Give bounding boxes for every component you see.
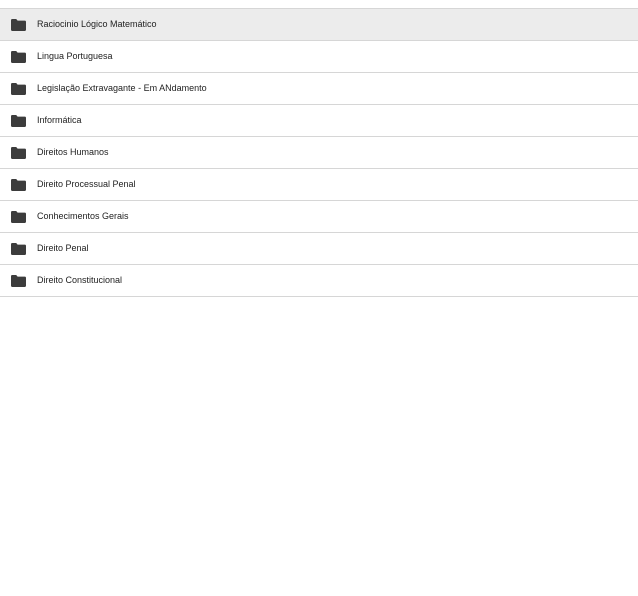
- folder-item-legislacao-extravagante[interactable]: Legislação Extravagante - Em ANdamento: [0, 73, 638, 105]
- folder-label: Direitos Humanos: [37, 147, 109, 157]
- folder-icon: [11, 211, 26, 223]
- folder-icon: [11, 147, 26, 159]
- folder-item-direito-processual-penal[interactable]: Direito Processual Penal: [0, 169, 638, 201]
- folder-item-direitos-humanos[interactable]: Direitos Humanos: [0, 137, 638, 169]
- folder-item-raciocinio-logico-matematico[interactable]: Raciocinio Lógico Matemático: [0, 9, 638, 41]
- folder-label: Direito Constitucional: [37, 275, 123, 285]
- folder-item-conhecimentos-gerais[interactable]: Conhecimentos Gerais: [0, 201, 638, 233]
- folder-item-informatica[interactable]: Informática: [0, 105, 638, 137]
- folder-icon: [11, 243, 26, 255]
- folder-label: Lingua Portuguesa: [37, 51, 113, 61]
- folder-icon: [11, 19, 26, 31]
- folder-item-direito-constitucional[interactable]: Direito Constitucional: [0, 265, 638, 297]
- folder-icon: [11, 275, 26, 287]
- folder-icon: [11, 179, 26, 191]
- folder-item-lingua-portuguesa[interactable]: Lingua Portuguesa: [0, 41, 638, 73]
- folder-icon: [11, 115, 26, 127]
- folder-icon: [11, 51, 26, 63]
- folder-label: Direito Processual Penal: [37, 179, 136, 189]
- folder-label: Conhecimentos Gerais: [37, 211, 129, 221]
- folder-list: Raciocinio Lógico Matemático Lingua Port…: [0, 8, 638, 297]
- folder-label: Legislação Extravagante - Em ANdamento: [37, 83, 207, 93]
- folder-item-direito-penal[interactable]: Direito Penal: [0, 233, 638, 265]
- folder-label: Informática: [37, 115, 82, 125]
- folder-label: Direito Penal: [37, 243, 89, 253]
- folder-label: Raciocinio Lógico Matemático: [37, 19, 157, 29]
- folder-icon: [11, 83, 26, 95]
